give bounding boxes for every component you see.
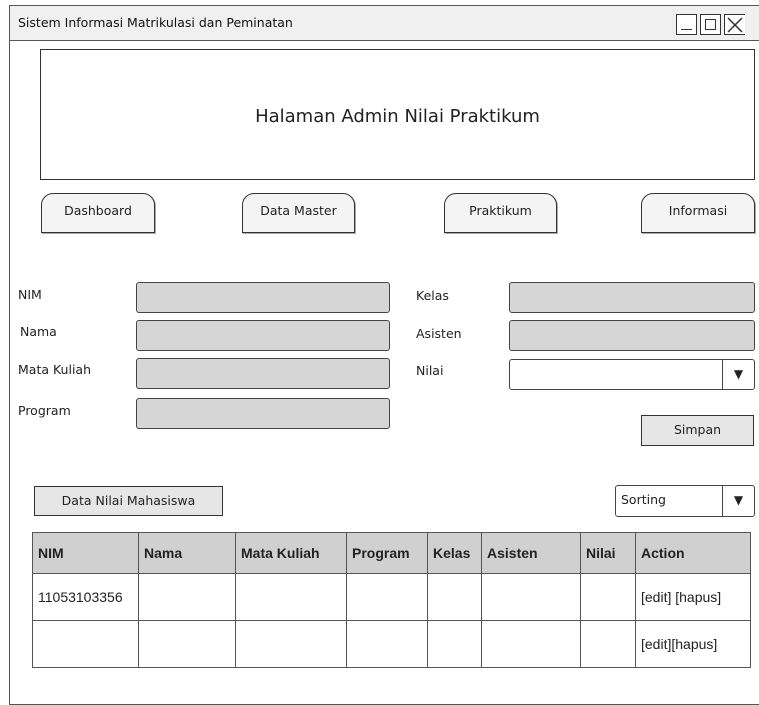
column-header-program[interactable]: Program	[346, 532, 428, 574]
nilai-select[interactable]: ▼	[509, 359, 755, 390]
cell-nim: 11053103356	[32, 573, 139, 621]
cell-asisten	[481, 620, 581, 668]
asisten-field[interactable]	[509, 320, 755, 351]
page-title: Halaman Admin Nilai Praktikum	[255, 106, 540, 127]
column-header-action: Action	[635, 532, 751, 574]
cell-program	[346, 573, 428, 621]
sorting-select-value: Sorting	[621, 492, 666, 507]
cell-mata-kuliah	[235, 620, 347, 668]
asisten-label: Asisten	[416, 326, 462, 341]
data-nilai-mahasiswa-button[interactable]: Data Nilai Mahasiswa	[34, 486, 223, 516]
table-header-row: NIM Nama Mata Kuliah Program Kelas Asist…	[32, 532, 751, 574]
tab-data-master[interactable]: Data Master	[242, 193, 355, 233]
window-title: Sistem Informasi Matrikulasi dan Peminat…	[18, 15, 293, 30]
title-bar: Sistem Informasi Matrikulasi dan Peminat…	[10, 6, 759, 41]
column-header-mata-kuliah[interactable]: Mata Kuliah	[235, 532, 347, 574]
cell-asisten	[481, 573, 581, 621]
maximize-icon[interactable]	[700, 14, 721, 35]
mata-kuliah-field[interactable]	[136, 358, 390, 389]
cell-nim	[32, 620, 139, 668]
cell-nama	[138, 573, 236, 621]
cell-program	[346, 620, 428, 668]
triangle-down-icon[interactable]: ▼	[722, 486, 754, 516]
cell-kelas	[427, 620, 482, 668]
column-header-nilai[interactable]: Nilai	[580, 532, 636, 574]
kelas-field[interactable]	[509, 282, 755, 313]
cell-nama	[138, 620, 236, 668]
table-row: 11053103356 [edit] [hapus]	[32, 573, 751, 621]
nama-label: Nama	[20, 324, 57, 339]
triangle-down-icon[interactable]: ▼	[722, 360, 754, 389]
table-row: [edit][hapus]	[32, 620, 751, 668]
program-field[interactable]	[136, 398, 390, 429]
cell-kelas	[427, 573, 482, 621]
close-icon[interactable]	[724, 14, 745, 35]
nilai-table: NIM Nama Mata Kuliah Program Kelas Asist…	[32, 532, 751, 668]
cell-nilai	[580, 620, 636, 668]
tab-dashboard[interactable]: Dashboard	[41, 193, 155, 233]
cell-action-edit-hapus[interactable]: [edit][hapus]	[635, 620, 751, 668]
nama-field[interactable]	[136, 320, 390, 351]
cell-action-edit-hapus[interactable]: [edit] [hapus]	[635, 573, 751, 621]
column-header-nama[interactable]: Nama	[138, 532, 236, 574]
tab-praktikum[interactable]: Praktikum	[444, 193, 557, 233]
cell-nilai	[580, 573, 636, 621]
column-header-nim[interactable]: NIM	[32, 532, 139, 574]
column-header-asisten[interactable]: Asisten	[481, 532, 581, 574]
header-banner: Halaman Admin Nilai Praktikum	[40, 49, 755, 180]
save-button[interactable]: Simpan	[641, 415, 754, 446]
kelas-label: Kelas	[416, 288, 449, 303]
tab-informasi[interactable]: Informasi	[641, 193, 755, 233]
mata-kuliah-label: Mata Kuliah	[18, 362, 92, 377]
program-label: Program	[18, 403, 71, 418]
nim-label: NIM	[18, 287, 42, 302]
minimize-icon[interactable]	[676, 14, 697, 35]
app-window: Sistem Informasi Matrikulasi dan Peminat…	[9, 5, 759, 705]
nim-field[interactable]	[136, 282, 390, 313]
sorting-select[interactable]: Sorting ▼	[615, 485, 755, 517]
cell-mata-kuliah	[235, 573, 347, 621]
column-header-kelas[interactable]: Kelas	[427, 532, 482, 574]
nilai-label: Nilai	[416, 363, 444, 378]
